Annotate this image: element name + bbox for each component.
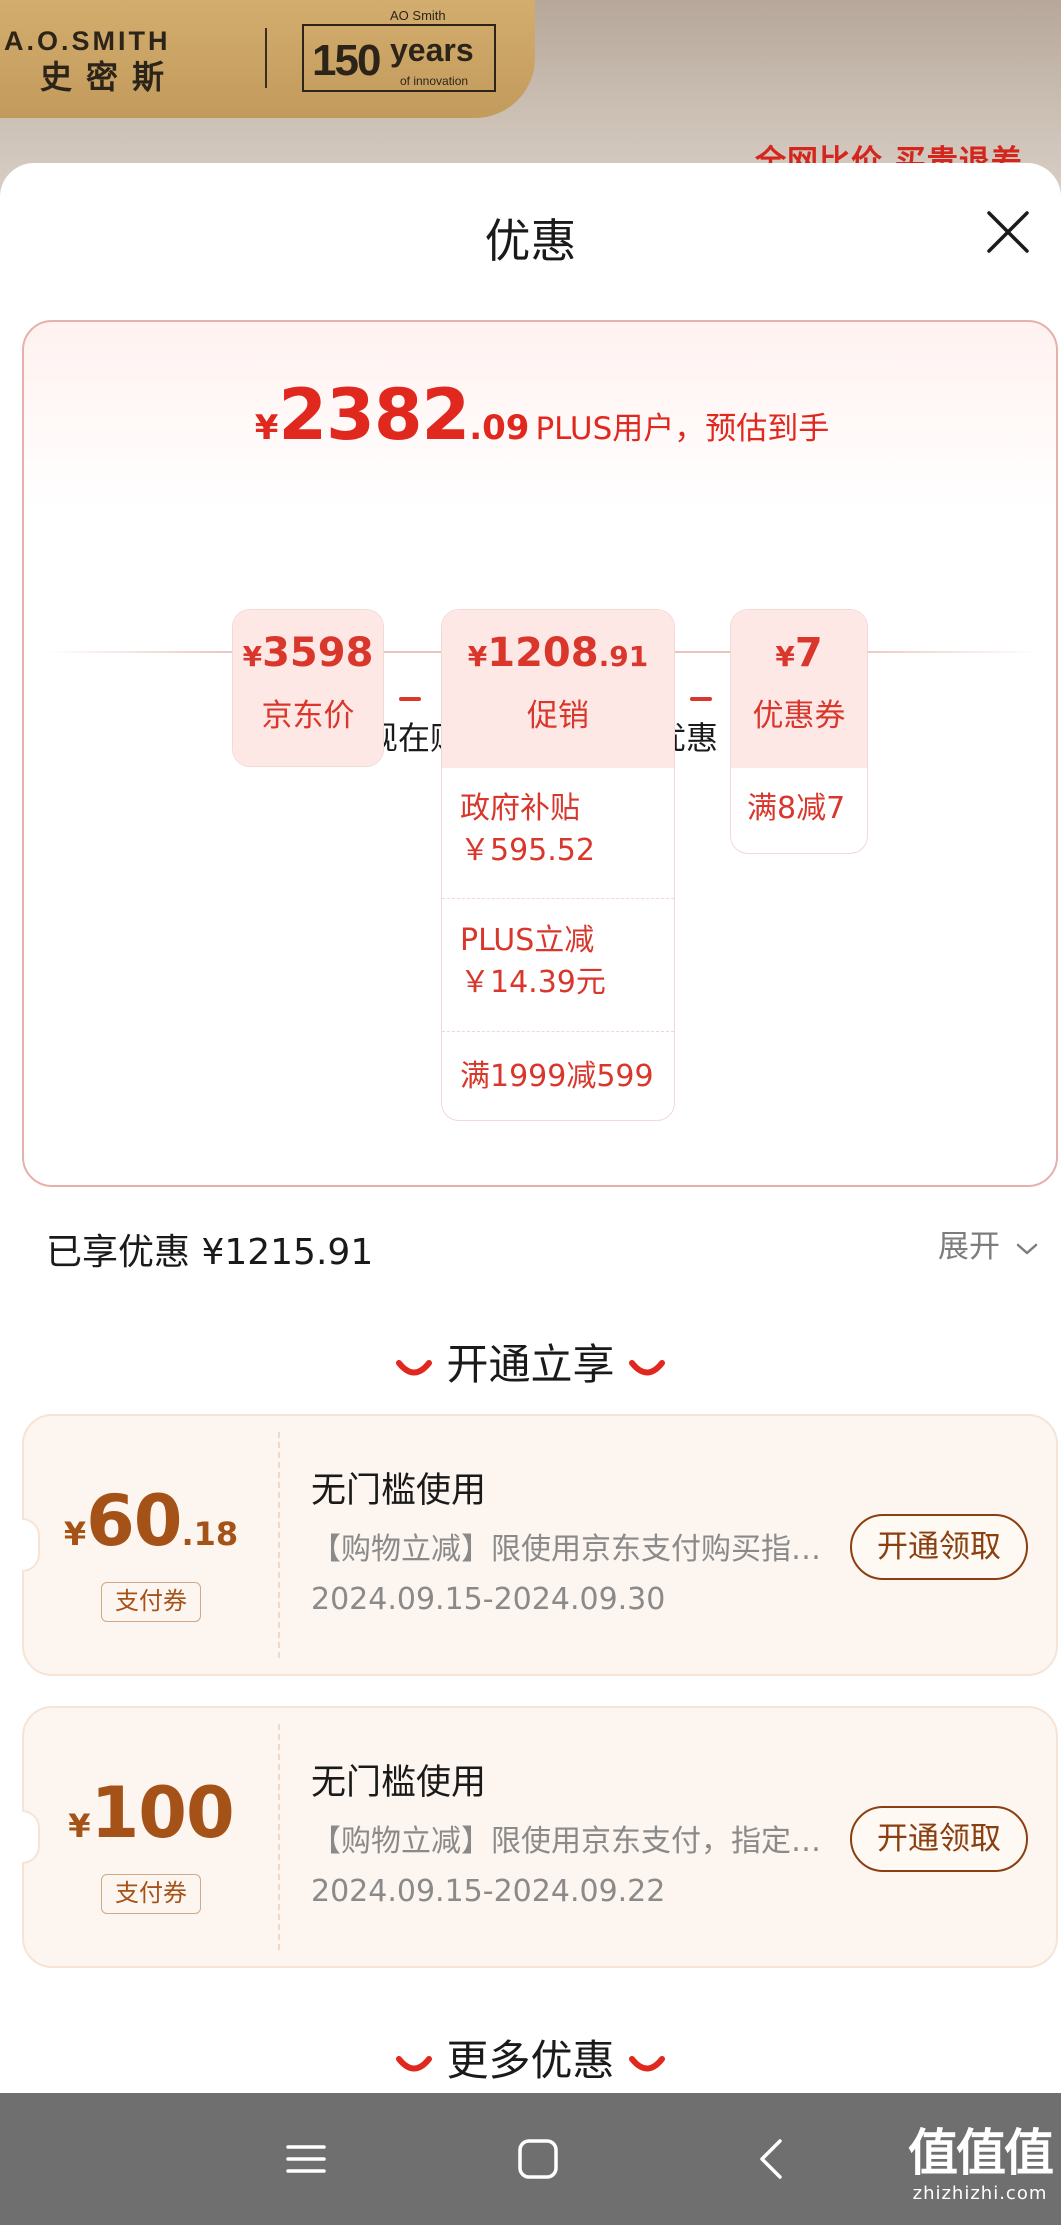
coupon-date: 2024.09.15-2024.09.22 bbox=[311, 1874, 666, 1909]
coupon-card: ¥100 支付券 无门槛使用 【购物立减】限使用京东支付，指定商品可用 2024… bbox=[22, 1706, 1058, 1968]
coupon-head: ¥7 优惠券 bbox=[731, 610, 867, 768]
coupon-tag: 支付券 bbox=[101, 1582, 201, 1622]
minus-sign bbox=[399, 697, 421, 701]
back-chevron-icon bbox=[760, 2139, 782, 2179]
price-summary-card: ¥2382.09PLUS用户，预估到手 现在购买，享受以下优惠 ¥3598 京东… bbox=[22, 320, 1058, 1187]
anniversary-top: AO Smith bbox=[390, 8, 446, 23]
section-open-label: 开通立享 bbox=[446, 1340, 615, 1389]
brand-divider bbox=[265, 28, 267, 88]
smile-deco-icon bbox=[628, 2055, 665, 2071]
coupon-int: 60 bbox=[86, 1480, 182, 1562]
promotion-divider bbox=[442, 1031, 674, 1032]
estimated-price-dec: .09 bbox=[469, 408, 530, 448]
promotion-item-name: 政府补贴 bbox=[460, 791, 580, 826]
promotion-item-value: ￥595.52 bbox=[460, 833, 595, 868]
jd-price-currency: ¥ bbox=[242, 640, 263, 673]
promotion-currency: ¥ bbox=[467, 640, 488, 673]
expand-button[interactable]: 展开 bbox=[938, 1221, 1038, 1266]
coupon-value-area: ¥60.18 支付券 bbox=[24, 1416, 278, 1674]
promotion-box: ¥1208.91 促销 政府补贴 ￥595.52 PLUS立减 ￥14.39元 … bbox=[441, 609, 675, 1121]
recent-apps-button[interactable] bbox=[280, 2133, 332, 2185]
back-button[interactable] bbox=[746, 2133, 798, 2185]
smile-deco-icon bbox=[628, 1359, 665, 1375]
coupon-desc: 【购物立减】限使用京东支付，指定商品可用 bbox=[311, 1824, 836, 1859]
claim-button[interactable]: 开通领取 bbox=[850, 1806, 1028, 1872]
coupon-currency: ¥ bbox=[63, 1515, 87, 1553]
home-button[interactable] bbox=[512, 2133, 564, 2185]
coupon-amount: ¥100 bbox=[24, 1772, 278, 1854]
system-nav-bar: 值值值 zhizhizhi.com bbox=[0, 2093, 1061, 2225]
promotion-item-name: PLUS立减 bbox=[460, 923, 595, 958]
coupon-int: 100 bbox=[90, 1772, 235, 1854]
coupon-tag: 支付券 bbox=[101, 1874, 201, 1914]
promotion-value: 1208 bbox=[487, 630, 599, 676]
jd-price-box: ¥3598 京东价 bbox=[232, 609, 384, 767]
coupon-amount: ¥7 bbox=[731, 630, 867, 676]
anniversary-badge: AO Smith 150 years of innovation bbox=[302, 8, 496, 92]
watermark: 值值值 zhizhizhi.com bbox=[908, 2113, 1054, 2204]
menu-icon bbox=[286, 2145, 326, 2173]
estimated-note: PLUS用户，预估到手 bbox=[535, 411, 830, 447]
watermark-logo: 值值值 bbox=[908, 2123, 1054, 2182]
promotion-divider bbox=[442, 898, 674, 899]
smile-deco-icon bbox=[396, 2055, 433, 2071]
expand-label: 展开 bbox=[938, 1229, 1000, 1265]
jd-price-amount: ¥3598 bbox=[233, 630, 383, 676]
estimated-price: ¥2382.09 PLUS用户，预估到手 bbox=[24, 374, 1060, 456]
jd-price-label: 京东价 bbox=[261, 698, 355, 734]
anniversary-word: years bbox=[390, 32, 474, 68]
section-title-more: 更多优惠 bbox=[0, 2027, 1061, 2088]
claim-button[interactable]: 开通领取 bbox=[850, 1514, 1028, 1580]
chevron-down-icon bbox=[1016, 1243, 1038, 1254]
brand-logo-area: A.O.SMITH 史密斯 AO Smith 150 years of inno… bbox=[0, 0, 535, 118]
anniversary-number: 150 bbox=[312, 36, 381, 85]
coupon-title: 无门槛使用 bbox=[311, 1471, 487, 1511]
coupon-card: ¥60.18 支付券 无门槛使用 【购物立减】限使用京东支付购买指定商品 202… bbox=[22, 1414, 1058, 1676]
coupon-value: 7 bbox=[794, 630, 823, 676]
coupon-box: ¥7 优惠券 满8减7 bbox=[730, 609, 868, 854]
discount-sheet: 优惠 ¥2382.09PLUS用户，预估到手 现在购买，享受以下优惠 ¥3598… bbox=[0, 163, 1061, 2093]
coupon-decimal: .18 bbox=[181, 1515, 239, 1553]
jd-price-value: 3598 bbox=[262, 630, 374, 676]
coupon-desc: 【购物立减】限使用京东支付购买指定商品 bbox=[311, 1532, 836, 1567]
sheet-title: 优惠 bbox=[484, 214, 577, 268]
section-more-label: 更多优惠 bbox=[446, 2036, 615, 2085]
estimated-price-int: 2382 bbox=[278, 374, 470, 456]
home-square-icon bbox=[518, 2139, 558, 2179]
brand-name-cn: 史密斯 bbox=[40, 58, 179, 96]
anniversary-sub: of innovation bbox=[400, 74, 469, 88]
coupon-title: 无门槛使用 bbox=[311, 1763, 487, 1803]
coupon-currency: ¥ bbox=[775, 640, 795, 673]
smile-deco-icon bbox=[396, 1359, 433, 1375]
promotion-item-name: 满1999减599 bbox=[460, 1059, 654, 1094]
coupon-date: 2024.09.15-2024.09.30 bbox=[311, 1582, 666, 1617]
coupon-item: 满8减7 bbox=[747, 791, 846, 826]
estimated-currency: ¥ bbox=[254, 408, 279, 448]
promotion-amount: ¥1208.91 bbox=[442, 630, 674, 676]
coupon-value-area: ¥100 支付券 bbox=[24, 1708, 278, 1966]
close-icon bbox=[987, 211, 1029, 253]
watermark-url: zhizhizhi.com bbox=[912, 2183, 1048, 2204]
section-title-open: 开通立享 bbox=[0, 1331, 1061, 1392]
promotion-decimal: .91 bbox=[598, 640, 649, 673]
coupon-label: 优惠券 bbox=[752, 698, 846, 734]
close-button[interactable] bbox=[985, 209, 1031, 255]
coupon-amount: ¥60.18 bbox=[24, 1480, 278, 1562]
coupon-divider bbox=[278, 1724, 280, 1950]
promotion-label: 促销 bbox=[527, 698, 589, 734]
enjoyed-discount: 已享优惠 ¥1215.91 bbox=[46, 1232, 374, 1273]
coupon-divider bbox=[278, 1432, 280, 1658]
coupon-currency: ¥ bbox=[68, 1807, 91, 1845]
minus-sign bbox=[690, 697, 712, 701]
promotion-head: ¥1208.91 促销 bbox=[442, 610, 674, 768]
promotion-item-value: ￥14.39元 bbox=[460, 965, 606, 1000]
jd-price-head: ¥3598 京东价 bbox=[233, 610, 383, 766]
